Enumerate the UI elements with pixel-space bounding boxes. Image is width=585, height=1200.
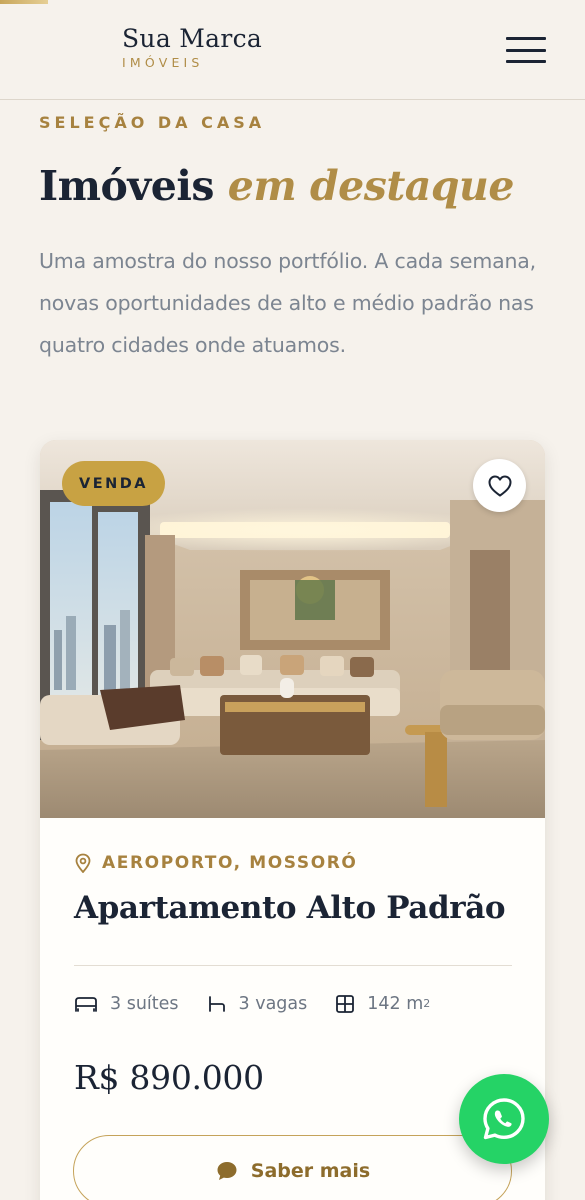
saber-mais-label: Saber mais bbox=[250, 1160, 371, 1182]
brand-subtitle: IMÓVEIS bbox=[122, 55, 204, 70]
area-grid-icon bbox=[336, 995, 355, 1013]
property-title[interactable]: Apartamento Alto Padrão bbox=[74, 890, 506, 926]
property-card[interactable]: VENDA AEROPORTO, MOSSORÓ Apartamento Alt… bbox=[40, 440, 545, 1200]
property-photo[interactable]: VENDA bbox=[40, 440, 545, 818]
feature-suites: 3 suítes bbox=[74, 994, 179, 1014]
location-text: AEROPORTO, MOSSORÓ bbox=[102, 853, 358, 873]
bed-icon bbox=[75, 997, 97, 1012]
property-price: R$ 890.000 bbox=[74, 1058, 264, 1097]
menu-line bbox=[506, 60, 546, 63]
menu-line bbox=[506, 37, 546, 40]
property-features: 3 suítes 3 vagas 142 m2 bbox=[74, 994, 458, 1014]
saber-mais-button[interactable]: Saber mais bbox=[73, 1135, 512, 1200]
hamburger-menu-icon[interactable] bbox=[506, 37, 546, 63]
section-description: Uma amostra do nosso portfólio. A cada s… bbox=[39, 249, 536, 357]
section-title-accent: em destaque bbox=[227, 162, 515, 210]
chat-bubble-icon bbox=[217, 1162, 237, 1180]
sale-badge: VENDA bbox=[62, 461, 165, 506]
feature-parking: 3 vagas bbox=[207, 994, 308, 1014]
section-eyebrow: SELEÇÃO DA CASA bbox=[39, 113, 266, 132]
car-seat-icon bbox=[208, 996, 225, 1012]
heart-icon bbox=[488, 475, 511, 496]
menu-line bbox=[506, 48, 546, 52]
feature-label: 3 vagas bbox=[238, 994, 308, 1014]
section-title-plain: Imóveis bbox=[39, 162, 214, 210]
feature-label: 142 m bbox=[367, 994, 424, 1014]
property-location: AEROPORTO, MOSSORÓ bbox=[74, 853, 358, 873]
whatsapp-button[interactable] bbox=[459, 1074, 549, 1164]
feature-area: 142 m2 bbox=[335, 994, 430, 1014]
feature-label: 3 suítes bbox=[110, 994, 179, 1014]
site-header: Sua Marca IMÓVEIS bbox=[0, 0, 585, 100]
brand-logo[interactable]: Sua Marca IMÓVEIS bbox=[122, 24, 262, 71]
brand-name: Sua Marca bbox=[122, 24, 263, 53]
card-divider bbox=[74, 965, 512, 966]
whatsapp-icon bbox=[483, 1098, 525, 1140]
section-title: Imóveis em destaque bbox=[39, 158, 514, 214]
favorite-button[interactable] bbox=[473, 459, 526, 512]
map-pin-icon bbox=[75, 853, 91, 873]
